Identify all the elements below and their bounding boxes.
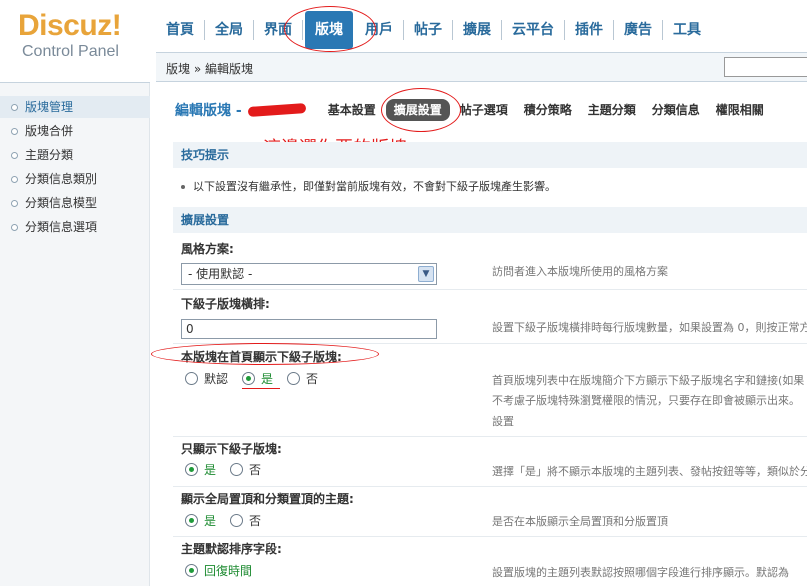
bullet-icon	[181, 185, 185, 189]
radio-label: 否	[249, 513, 262, 528]
radio-label: 默認	[204, 371, 229, 386]
radio-label: 否	[249, 462, 262, 477]
row-divider	[173, 343, 807, 344]
row-divider	[173, 486, 807, 487]
nav-cloud[interactable]: 云平台	[502, 20, 565, 40]
tip-text: 以下設置沒有繼承性，即僅對當前版塊有效，不會對下級子版塊產生影響。	[193, 180, 556, 193]
sub-row-input[interactable]: 0	[181, 319, 437, 339]
section-heading: 擴展設置	[173, 207, 807, 233]
style-select[interactable]: - 使用默認 - ▼	[181, 263, 437, 285]
nav-extend[interactable]: 擴展	[453, 20, 502, 40]
tab-credits[interactable]: 積分策略	[516, 99, 580, 121]
show-sub-label: 本版塊在首頁顯示下級子版塊:	[181, 350, 342, 364]
radio-default[interactable]	[185, 371, 198, 385]
style-select-value: - 使用默認 -	[188, 267, 253, 281]
sidebar-item-label: 分類信息選項	[25, 220, 98, 234]
radio-yes[interactable]	[185, 513, 198, 527]
style-label: 風格方案:	[181, 242, 234, 256]
default-order-label: 主題默認排序字段:	[181, 542, 282, 556]
sidebar-item-label: 分類信息模型	[25, 196, 98, 210]
radio-yes[interactable]	[185, 462, 198, 476]
radio-label: 是	[204, 513, 217, 528]
show-global-label: 顯示全局置頂和分類置頂的主題:	[181, 492, 354, 506]
nav-ads[interactable]: 廣告	[614, 20, 663, 40]
sidebar-item-thread-types[interactable]: 主題分類	[0, 144, 150, 166]
show-sub-desc-3: 設置	[492, 415, 514, 428]
main-content: 編輯版塊 - 基本設置 擴展設置 帖子選項 積分策略 主題分類 分類信息 權限相…	[165, 90, 807, 586]
nav-users[interactable]: 用戶	[355, 20, 404, 40]
radio-no[interactable]	[230, 513, 244, 527]
discuz-logo[interactable]: Discuz! Control Panel	[18, 10, 158, 62]
only-sub-desc: 選擇「是」將不顯示本版塊的主題列表、發帖按鈕等等，類似於分	[492, 465, 807, 478]
sidebar-item-label: 版塊合併	[25, 124, 74, 138]
sidebar-item-label: 主題分類	[25, 148, 74, 162]
breadcrumb: 版塊 » 編輯版塊	[166, 62, 253, 76]
radio-yes[interactable]	[242, 371, 256, 385]
row-divider	[173, 289, 807, 290]
chevron-down-icon[interactable]: ▼	[418, 266, 434, 282]
sub-row-label: 下級子版塊橫排:	[181, 297, 270, 311]
top-navigation: 首頁 全局 界面 版塊 用戶 帖子 擴展 云平台 插件 廣告 工具	[156, 10, 711, 50]
sidebar-item-forum-manage[interactable]: 版塊管理	[0, 96, 150, 118]
tab-class-info[interactable]: 分類信息	[644, 99, 708, 121]
sidebar-item-class-option[interactable]: 分類信息選項	[0, 216, 150, 238]
search-input[interactable]	[724, 57, 807, 77]
header: Discuz! Control Panel 首頁 全局 界面 版塊 用戶 帖子 …	[0, 0, 807, 82]
tab-extended[interactable]: 擴展設置	[385, 99, 450, 121]
sub-row-desc: 設置下級子版塊橫排時每行版塊數量，如果設置為 0，則按正常方式	[492, 321, 807, 334]
annotation-underline	[242, 388, 280, 389]
bullet-icon	[11, 152, 18, 159]
tips-heading: 技巧提示	[173, 142, 807, 168]
nav-plugins[interactable]: 插件	[565, 20, 614, 40]
nav-tools[interactable]: 工具	[663, 20, 711, 40]
sidebar: 版塊管理 版塊合併 主題分類 分類信息類別 分類信息模型 分類信息選項	[0, 82, 150, 586]
radio-label: 回復時間	[204, 563, 253, 578]
radio-reply-time[interactable]	[185, 563, 198, 577]
breadcrumb-bar: 版塊 » 編輯版塊	[156, 52, 807, 82]
nav-global[interactable]: 全局	[205, 20, 254, 40]
bullet-icon	[11, 224, 18, 231]
tab-permissions[interactable]: 權限相關	[708, 99, 772, 121]
tab-basic[interactable]: 基本設置	[320, 99, 384, 121]
radio-label: 否	[306, 371, 319, 386]
bullet-icon	[11, 128, 18, 135]
nav-posts[interactable]: 帖子	[404, 20, 453, 40]
default-order-desc: 設置版塊的主題列表默認按照哪個字段進行排序顯示。默認為	[492, 566, 789, 579]
nav-forums[interactable]: 版塊	[305, 11, 353, 49]
default-order-radio-group: 回復時間	[185, 561, 266, 579]
sidebar-item-label: 分類信息類別	[25, 172, 98, 186]
bullet-icon	[11, 200, 18, 207]
bullet-icon	[11, 176, 18, 183]
only-sub-radio-group: 是 否	[185, 460, 275, 478]
bullet-icon	[11, 104, 18, 111]
radio-no[interactable]	[287, 371, 301, 385]
page-title: 編輯版塊 -	[175, 103, 242, 119]
radio-no[interactable]	[230, 462, 244, 476]
tip-item: 以下設置沒有繼承性，即僅對當前版塊有效，不會對下級子版塊產生影響。	[181, 178, 556, 194]
show-sub-desc-1: 首頁版塊列表中在版塊簡介下方顯示下級子版塊名字和鏈接(如果	[492, 374, 805, 387]
sidebar-item-label: 版塊管理	[25, 100, 74, 114]
nav-interface[interactable]: 界面	[254, 20, 303, 40]
sidebar-item-forum-merge[interactable]: 版塊合併	[0, 120, 150, 142]
style-desc: 訪問者進入本版塊所使用的風格方案	[492, 265, 668, 278]
radio-label: 是	[261, 371, 274, 386]
redacted-forum-name	[247, 102, 306, 118]
show-sub-desc-2: 不考慮子版塊特殊瀏覽權限的情況，只要存在即會被顯示出來。	[492, 394, 800, 407]
only-sub-label: 只顯示下級子版塊:	[181, 442, 282, 456]
nav-home[interactable]: 首頁	[156, 20, 205, 40]
show-sub-radio-group: 默認 是 否	[185, 369, 332, 387]
row-divider	[173, 436, 807, 437]
sidebar-item-class-category[interactable]: 分類信息類別	[0, 168, 150, 190]
show-global-desc: 是否在本版顯示全局置頂和分版置頂	[492, 515, 668, 528]
row-divider	[173, 536, 807, 537]
tab-thread-types[interactable]: 主題分類	[580, 99, 644, 121]
tab-post-options[interactable]: 帖子選項	[452, 99, 516, 121]
show-global-radio-group: 是 否	[185, 511, 275, 529]
radio-label: 是	[204, 462, 217, 477]
sidebar-divider	[0, 82, 150, 83]
logo-sub-text: Control Panel	[22, 43, 119, 60]
logo-main-text: Discuz!	[18, 9, 122, 42]
sub-navigation: 編輯版塊 - 基本設置 擴展設置 帖子選項 積分策略 主題分類 分類信息 權限相…	[175, 98, 772, 122]
sidebar-item-class-model[interactable]: 分類信息模型	[0, 192, 150, 214]
